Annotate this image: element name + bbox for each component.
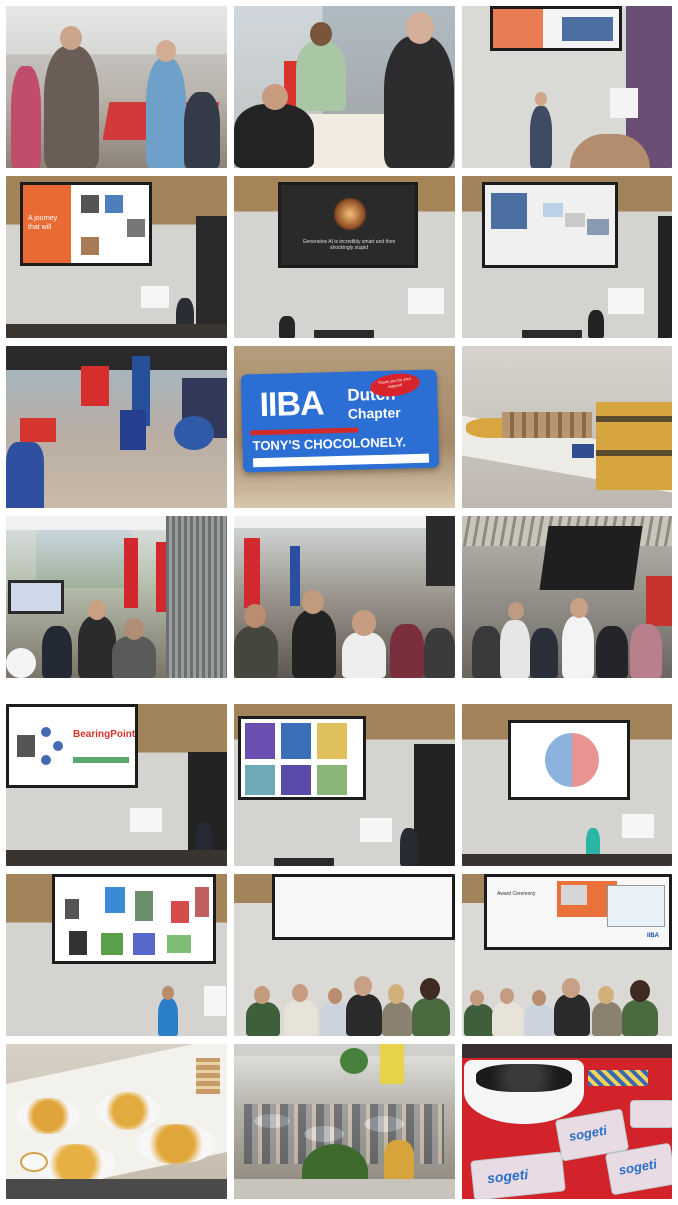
photo-chocolate-table xyxy=(462,346,672,508)
candy-brand-3: sogeti xyxy=(486,1165,529,1187)
photo-collage: A journey that will Generative AI is inc… xyxy=(6,6,672,1199)
photo-slide-bearingpoint: BearingPoint. xyxy=(6,704,227,866)
photo-slide-products xyxy=(6,874,227,1036)
photo-speaker-stage-1 xyxy=(462,6,672,168)
photo-group-photo-1 xyxy=(234,874,455,1036)
chocolate-sub2: Chapter xyxy=(347,404,401,422)
chocolate-maker: TONY'S CHOCOLONELY. xyxy=(252,434,407,454)
candy-brand-2: sogeti xyxy=(617,1156,658,1178)
chocolate-brand: IIBA xyxy=(259,384,325,425)
photo-venue-lobby xyxy=(6,346,227,508)
photo-slide-radar xyxy=(462,704,672,866)
photo-attendees-chatting xyxy=(234,516,455,678)
photo-snacks-table xyxy=(6,1044,227,1199)
photo-registration-desk xyxy=(234,6,455,168)
photo-slide-journey: A journey that will xyxy=(6,176,227,338)
group-slide-logo: IIBA xyxy=(647,933,659,939)
candy-brand-1: sogeti xyxy=(567,1122,608,1144)
group-slide-title: Award Ceremony xyxy=(497,891,536,897)
photo-chocolate-bar: IIBA Dutch Chapter TONY'S CHOCOLONELY. T… xyxy=(234,346,455,508)
photo-cafe-overview xyxy=(234,1044,455,1199)
photo-networking-crowd xyxy=(6,6,227,168)
photo-group-photo-2: Award Ceremony IIBA xyxy=(462,874,672,1036)
photo-slide-images xyxy=(234,704,455,866)
photo-candy-table: sogeti sogeti sogeti xyxy=(462,1044,672,1199)
photo-slide-video-call xyxy=(462,176,672,338)
photo-hall-crowd xyxy=(462,516,672,678)
chocolate-badge: Thank you for your support! xyxy=(377,375,412,389)
photo-atrium-crowd xyxy=(6,516,227,678)
photo-slide-lightbulb: Generative AI is incredibly smart and th… xyxy=(234,176,455,338)
